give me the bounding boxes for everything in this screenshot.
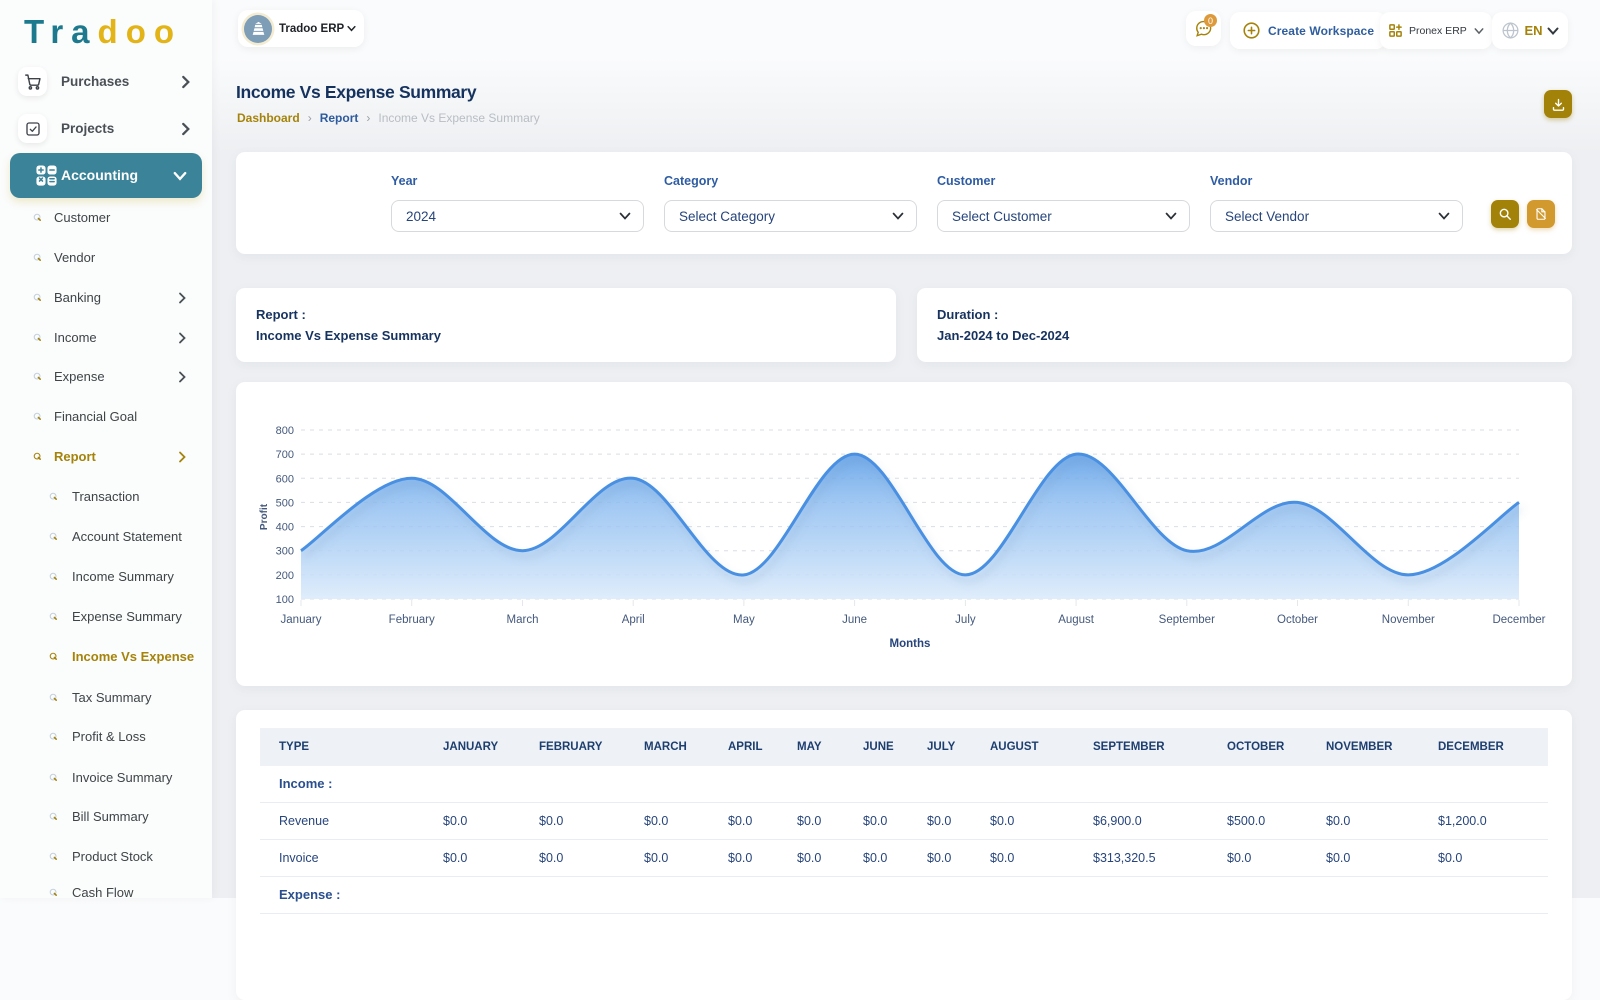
svg-text:Months: Months [890,638,931,650]
svg-text:June: June [842,614,867,626]
svg-text:January: January [281,614,322,626]
svg-text:March: March [507,614,539,626]
svg-text:August: August [1058,614,1095,626]
svg-text:800: 800 [276,425,294,437]
svg-text:700: 700 [276,449,294,461]
svg-text:300: 300 [276,546,294,558]
svg-text:100: 100 [276,594,294,606]
svg-text:200: 200 [276,570,294,582]
svg-text:November: November [1382,614,1435,626]
svg-text:April: April [622,614,645,626]
svg-text:February: February [389,614,435,626]
svg-text:500: 500 [276,497,294,509]
svg-text:Profit: Profit [259,503,270,530]
svg-text:400: 400 [276,522,294,534]
svg-text:May: May [733,614,755,626]
svg-text:600: 600 [276,473,294,485]
svg-text:December: December [1492,614,1545,626]
svg-text:September: September [1159,614,1215,626]
svg-text:July: July [955,614,976,626]
svg-text:October: October [1277,614,1318,626]
